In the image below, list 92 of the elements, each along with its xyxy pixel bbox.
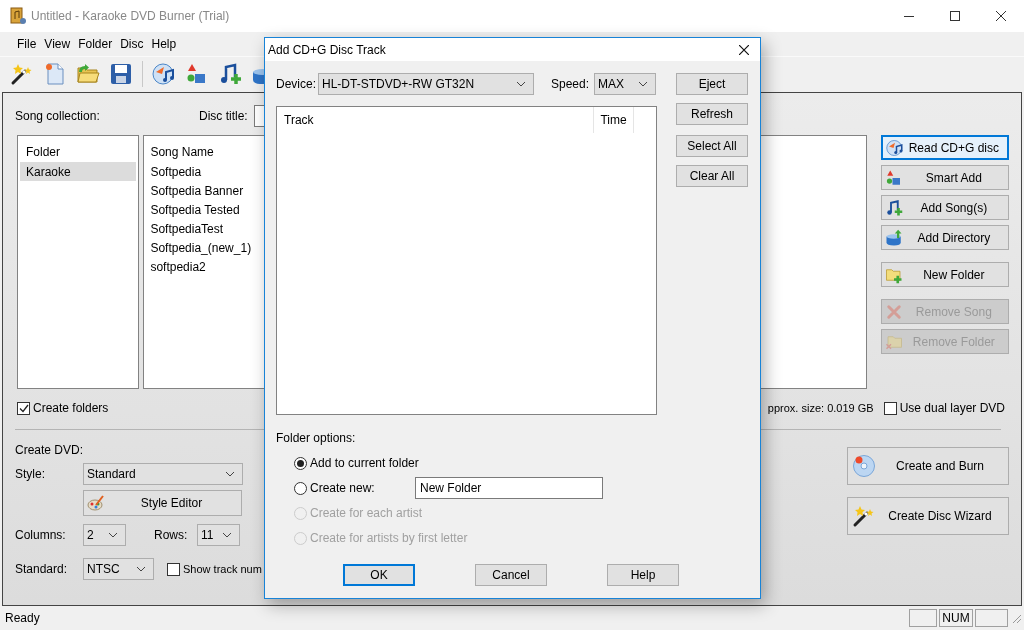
checkbox-label: Use dual layer DVD xyxy=(899,400,1005,417)
radio-label: Add to current folder xyxy=(310,455,419,472)
checkbox[interactable] xyxy=(883,401,897,415)
select-field[interactable]: 2 xyxy=(83,524,126,546)
cross-icon xyxy=(884,302,903,321)
side-button[interactable]: Read CD+G disc xyxy=(880,135,1009,160)
radio-label: Create for each artist xyxy=(310,505,423,522)
resize-grip-icon xyxy=(1010,612,1022,624)
field-label: Standard: xyxy=(15,561,69,578)
chevron-down-icon xyxy=(516,81,526,87)
disc-icon xyxy=(852,454,876,478)
app-icon xyxy=(9,7,27,25)
list-item[interactable]: softpedia2 xyxy=(150,257,206,276)
column-header: Track xyxy=(277,107,594,133)
close-icon xyxy=(739,44,749,55)
list-item[interactable]: Karaoke xyxy=(20,162,137,181)
check-icon xyxy=(18,403,29,413)
music-disc-icon[interactable] xyxy=(152,61,176,86)
radio-button[interactable] xyxy=(294,456,307,470)
menu-item[interactable]: File xyxy=(14,35,40,53)
minimize-icon xyxy=(904,15,914,17)
music-note-plus-icon xyxy=(884,198,903,217)
list-item[interactable]: Softpedia Banner xyxy=(150,181,244,200)
radio-label: Create new: xyxy=(310,480,376,497)
box-arrow-icon xyxy=(884,228,903,247)
select-field[interactable]: NTSC xyxy=(83,558,154,580)
select-field[interactable]: Standard xyxy=(83,463,243,485)
checkbox[interactable] xyxy=(17,401,30,415)
select-field[interactable]: HL-DT-STDVD+-RW GT32N xyxy=(318,73,534,95)
field-label: Song collection: xyxy=(15,108,101,125)
radio-button[interactable] xyxy=(294,481,307,495)
new-document-icon[interactable] xyxy=(43,61,67,86)
action-button[interactable]: Create Disc Wizard xyxy=(847,497,1009,535)
status-text: Ready xyxy=(5,610,40,627)
dialog-button[interactable]: OK xyxy=(343,564,415,586)
list-item[interactable]: SoftpediaTest xyxy=(150,219,224,238)
size-text: pprox. size: 0.019 GB xyxy=(767,400,874,416)
dialog-button[interactable]: Refresh xyxy=(676,103,748,125)
list-item[interactable]: Softpedia xyxy=(150,162,202,181)
field-label: Columns: xyxy=(15,527,67,544)
checkbox-label: Show track num xyxy=(183,561,262,577)
chevron-down-icon xyxy=(222,532,232,538)
side-button[interactable]: Add Song(s) xyxy=(880,195,1009,220)
section-title: Create DVD: xyxy=(15,442,85,457)
folder-arrow-icon[interactable] xyxy=(76,61,100,86)
status-panel xyxy=(909,609,937,627)
shapes-icon xyxy=(884,168,903,187)
status-panel xyxy=(975,609,1008,627)
field-label: Speed: xyxy=(551,76,591,93)
chevron-down-icon xyxy=(225,471,235,477)
field-label: Rows: xyxy=(154,527,189,544)
dialog-button[interactable]: Help xyxy=(607,564,679,586)
list-item[interactable]: Softpedia Tested xyxy=(150,200,240,219)
dialog-button[interactable]: Select All xyxy=(676,135,748,157)
chevron-down-icon xyxy=(136,566,146,572)
music-note-plus-icon[interactable] xyxy=(218,61,242,86)
dialog-title: Add CD+G Disc Track xyxy=(268,41,386,59)
status-indicator: NUM xyxy=(939,609,973,627)
maximize-icon xyxy=(950,11,960,21)
dialog-button[interactable]: Eject xyxy=(676,73,748,95)
close-icon xyxy=(996,11,1006,21)
field-label: Style: xyxy=(15,466,46,483)
menu-item[interactable]: Folder xyxy=(75,35,116,53)
action-button[interactable]: Create and Burn xyxy=(847,447,1009,485)
music-disc-icon xyxy=(885,138,904,157)
column-header: Folder xyxy=(25,144,61,161)
style-editor-button[interactable]: Style Editor xyxy=(83,490,242,516)
list-item[interactable]: Softpedia_(new_1) xyxy=(150,238,252,257)
menu-item[interactable]: Disc xyxy=(117,35,147,53)
magic-wand-icon xyxy=(852,504,876,528)
field-label: Device: xyxy=(276,76,317,93)
field-label: Disc title: xyxy=(199,108,248,125)
window-title: Untitled - Karaoke DVD Burner (Trial) xyxy=(31,8,230,25)
select-field[interactable]: MAX xyxy=(594,73,656,95)
menu-item[interactable]: Help xyxy=(148,35,180,53)
menu-item[interactable]: View xyxy=(41,35,74,53)
chevron-down-icon xyxy=(638,81,648,87)
chevron-down-icon xyxy=(108,532,118,538)
folder-name-field[interactable]: New Folder xyxy=(415,477,603,499)
column-header: Time xyxy=(594,107,634,133)
radio-label: Create for artists by first letter xyxy=(310,530,468,547)
dialog-button[interactable]: Clear All xyxy=(676,165,748,187)
column-header: Song Name xyxy=(150,144,214,161)
palette-icon xyxy=(87,495,105,511)
side-button[interactable]: Smart Add xyxy=(880,165,1009,190)
dialog-button[interactable]: Cancel xyxy=(475,564,547,586)
select-field[interactable]: 11 xyxy=(197,524,240,546)
side-button[interactable]: New Folder xyxy=(880,262,1009,287)
checkbox[interactable] xyxy=(167,562,180,576)
side-button[interactable]: Add Directory xyxy=(880,225,1009,250)
checkbox-label: Create folders xyxy=(33,400,109,417)
section-label: Folder options: xyxy=(276,430,357,447)
